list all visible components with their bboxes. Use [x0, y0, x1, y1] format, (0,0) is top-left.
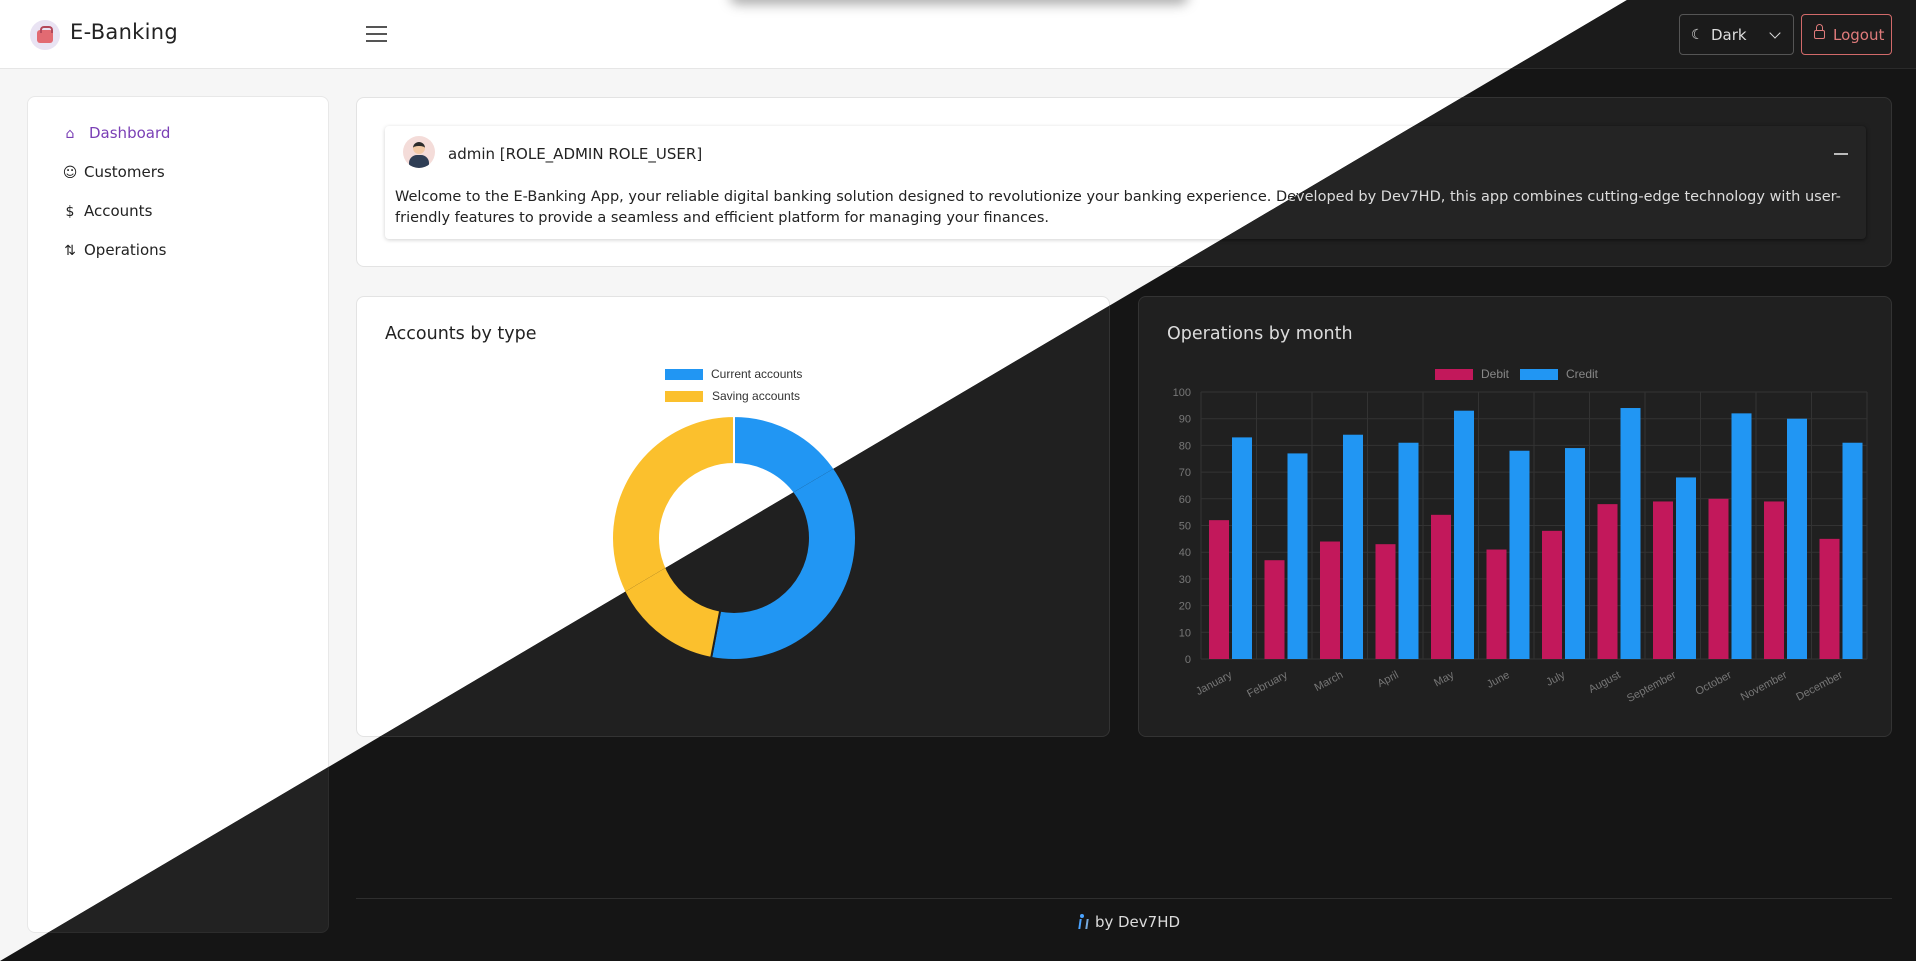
x-tick-label: December: [1794, 669, 1845, 704]
x-tick-label: August: [1587, 669, 1623, 696]
y-tick-label: 30: [1179, 574, 1191, 586]
bar-debit[interactable]: [1653, 501, 1673, 659]
bar-credit[interactable]: [1232, 437, 1252, 659]
y-tick-label: 70: [1179, 467, 1191, 479]
logout-button[interactable]: Logout: [1801, 14, 1892, 55]
lock-icon: [1814, 24, 1825, 39]
user-name-roles: admin [ROLE_ADMIN ROLE_USER]: [448, 145, 703, 163]
sidebar-item-label: Accounts: [84, 202, 153, 220]
figure-icon: [1076, 914, 1086, 930]
collapse-icon[interactable]: [1834, 153, 1848, 155]
moon-icon: ☾: [1691, 27, 1704, 43]
app-title: E-Banking: [70, 20, 179, 44]
bar-debit[interactable]: [1597, 504, 1618, 659]
bar-debit[interactable]: [1486, 549, 1507, 659]
sidebar-item-label: Customers: [84, 163, 165, 181]
bar-credit[interactable]: [1565, 448, 1585, 659]
bar-credit[interactable]: [1509, 450, 1530, 659]
theme-select[interactable]: ☾ Dark: [1679, 14, 1794, 55]
x-tick-label: November: [1739, 669, 1790, 704]
x-tick-label: January: [1194, 669, 1235, 698]
y-tick-label: 0: [1185, 654, 1191, 666]
x-tick-label: October: [1693, 669, 1733, 698]
x-tick-label: March: [1313, 669, 1346, 694]
logout-label: Logout: [1833, 26, 1885, 44]
home-icon: ⌂: [65, 126, 75, 142]
y-tick-label: 90: [1179, 414, 1191, 426]
y-tick-label: 10: [1179, 627, 1191, 639]
bar-credit[interactable]: [1454, 410, 1474, 659]
bank-logo-icon: [30, 20, 60, 50]
footer-by: by: [1095, 913, 1114, 931]
bar-credit[interactable]: [1343, 434, 1363, 659]
x-tick-label: September: [1625, 669, 1678, 705]
bar-credit[interactable]: [1842, 442, 1863, 659]
y-tick-label: 20: [1179, 601, 1191, 613]
arrows-up-down-icon: ⇅: [64, 243, 76, 259]
person-icon: ☺: [62, 165, 78, 181]
sidebar-item-label: Operations: [84, 241, 167, 259]
bar-debit[interactable]: [1320, 541, 1340, 659]
bar-credit[interactable]: [1731, 413, 1752, 659]
bar-credit[interactable]: [1676, 477, 1696, 659]
x-tick-label: May: [1432, 669, 1456, 690]
bar-credit[interactable]: [1620, 408, 1641, 659]
operations-by-month-card: Operations by month Debit Credit 0102030…: [1138, 296, 1892, 737]
theme-select-value: Dark: [1711, 26, 1747, 44]
dollar-icon: $: [65, 204, 75, 220]
x-tick-label: June: [1485, 669, 1512, 691]
bar-credit[interactable]: [1287, 453, 1308, 659]
bar-debit[interactable]: [1819, 538, 1840, 659]
bar-credit[interactable]: [1398, 442, 1419, 659]
bar-debit[interactable]: [1375, 544, 1396, 659]
y-tick-label: 100: [1173, 387, 1191, 399]
bar-debit[interactable]: [1209, 520, 1229, 659]
sidebar-item-label: Dashboard: [89, 124, 171, 142]
bar-debit[interactable]: [1431, 514, 1451, 659]
y-tick-label: 80: [1179, 440, 1191, 452]
bar-debit[interactable]: [1764, 501, 1784, 659]
bar-credit[interactable]: [1787, 418, 1807, 659]
x-tick-label: April: [1376, 669, 1401, 690]
y-tick-label: 40: [1179, 547, 1191, 559]
footer-author: Dev7HD: [1118, 913, 1181, 931]
bar-debit[interactable]: [1708, 498, 1729, 659]
y-tick-label: 60: [1179, 494, 1191, 506]
hamburger-menu-icon[interactable]: [365, 24, 389, 44]
chevron-down-icon: [1769, 27, 1781, 39]
operations-bar-chart: 0 10 20 30 40 50 60 70 80 90 100 January February Mar…: [1173, 387, 1868, 705]
footer-divider: [356, 898, 1892, 899]
bar-debit[interactable]: [1264, 560, 1285, 659]
x-tick-label: February: [1245, 669, 1290, 700]
y-tick-label: 50: [1179, 521, 1191, 533]
user-avatar: [403, 136, 435, 168]
bar-debit[interactable]: [1542, 530, 1562, 659]
x-tick-label: July: [1544, 669, 1567, 689]
